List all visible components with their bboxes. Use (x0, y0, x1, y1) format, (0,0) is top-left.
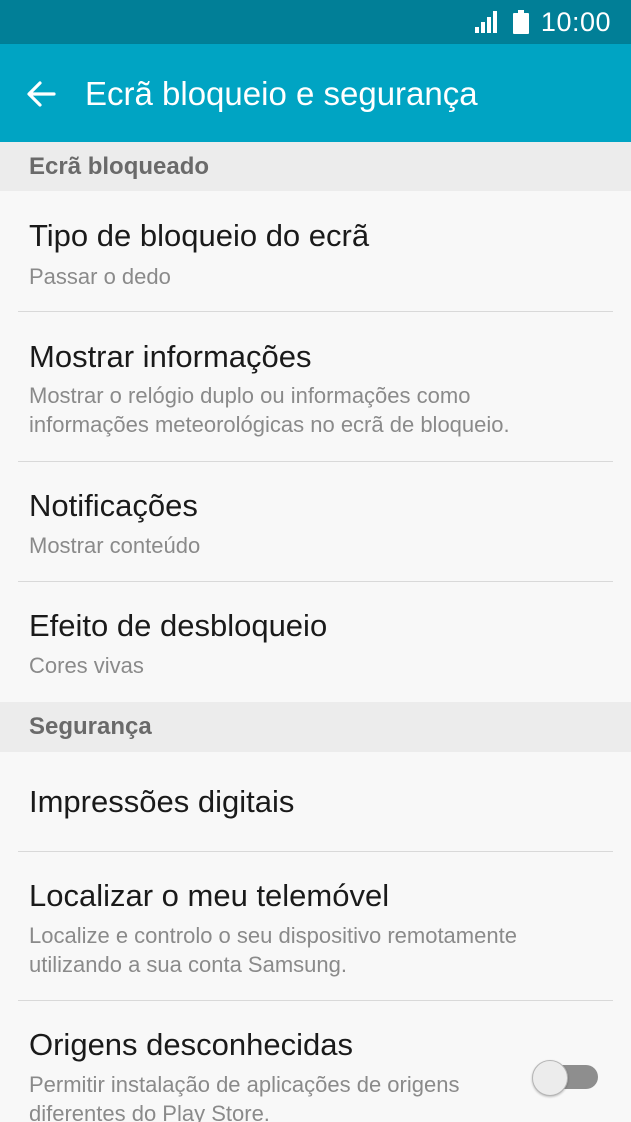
item-title: Notificações (29, 488, 198, 523)
page-title: Ecrã bloqueio e segurança (85, 75, 478, 112)
section-header-ecra-bloqueado: Ecrã bloqueado (0, 142, 631, 191)
item-title: Localizar o meu telemóvel (29, 878, 390, 913)
battery-icon (512, 10, 529, 34)
item-subtitle: Passar o dedo (29, 264, 171, 289)
item-title: Mostrar informações (29, 339, 312, 374)
item-title: Origens desconhecidas (29, 1027, 353, 1062)
item-subtitle: Mostrar conteúdo (29, 533, 201, 558)
list-item-show-info[interactable]: Mostrar informações Mostrar o relógio du… (0, 312, 631, 461)
list-item-find-my-mobile[interactable]: Localizar o meu telemóvel Localize e con… (0, 852, 631, 1000)
list-item-fingerprints[interactable]: Impressões digitais (0, 752, 631, 852)
section-header-seguranca: Segurança (0, 702, 631, 752)
item-title: Impressões digitais (29, 784, 295, 819)
item-title: Tipo de bloqueio do ecrã (29, 218, 370, 253)
unknown-sources-toggle[interactable] (532, 1060, 600, 1096)
item-subtitle: Cores vivas (29, 653, 144, 678)
status-icons: 10:00 (474, 0, 611, 44)
list-item-lock-type[interactable]: Tipo de bloqueio do ecrã Passar o dedo (0, 191, 631, 312)
app-bar: Ecrã bloqueio e segurança (0, 44, 631, 142)
item-subtitle: Localize e controlo o seu dispositivo re… (29, 923, 517, 977)
arrow-left-icon (27, 81, 56, 107)
status-time: 10:00 (540, 6, 611, 37)
item-title: Efeito de desbloqueio (29, 608, 328, 643)
list-item-notifications[interactable]: Notificações Mostrar conteúdo (0, 462, 631, 581)
list-item-unlock-effect[interactable]: Efeito de desbloqueio Cores vivas (0, 582, 631, 702)
status-bar: 10:00 (0, 0, 631, 44)
signal-icon (474, 11, 497, 33)
item-subtitle: Mostrar o relógio duplo ou informações c… (29, 383, 510, 437)
toggle-thumb (532, 1060, 568, 1096)
item-subtitle: Permitir instalação de aplicações de ori… (29, 1072, 460, 1122)
back-button[interactable] (18, 71, 64, 117)
